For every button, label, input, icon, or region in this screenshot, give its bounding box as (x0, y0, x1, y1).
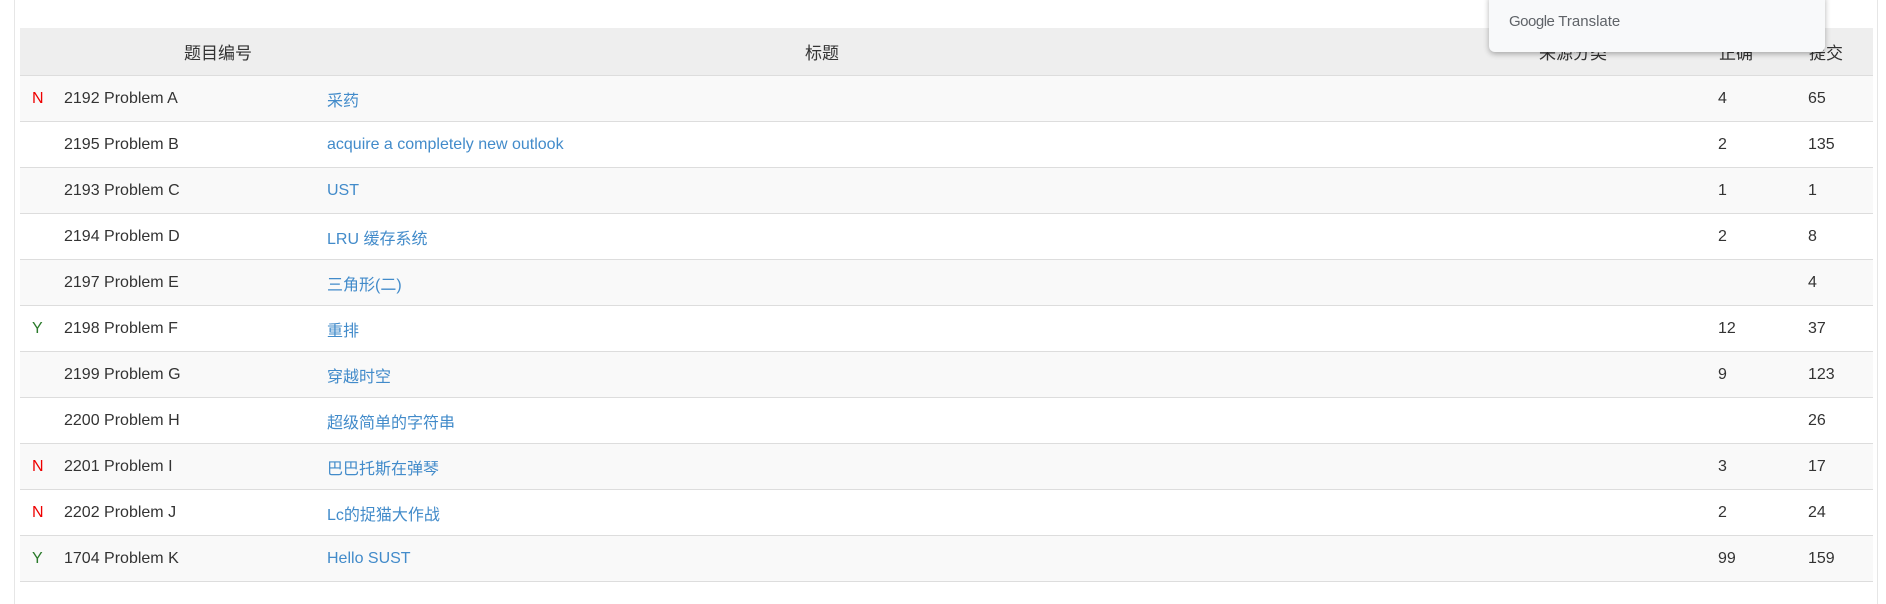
problem-title-link[interactable]: 三角形(二) (327, 277, 402, 294)
google-translate-popup[interactable]: Google Translate (1489, 0, 1825, 52)
accepted-count: 1 (1718, 167, 1808, 214)
submitted-count: 1 (1808, 167, 1873, 214)
problem-title-cell: 巴巴托斯在弹琴 (327, 443, 1538, 490)
submitted-count: 135 (1808, 121, 1873, 168)
submitted-count: 26 (1808, 397, 1873, 444)
submitted-count: 4 (1808, 259, 1873, 306)
accepted-count: 3 (1718, 443, 1808, 490)
scrollbar-track[interactable] (1877, 0, 1878, 604)
table-row: 2195 Problem Bacquire a completely new o… (20, 121, 1873, 168)
problem-id: 2201 Problem I (64, 443, 327, 490)
problem-title-cell: Hello SUST (327, 535, 1538, 582)
problem-source (1538, 397, 1718, 444)
problem-id: 2199 Problem G (64, 351, 327, 398)
status-mark (20, 167, 64, 214)
status-mark (20, 259, 64, 306)
status-mark: N (20, 489, 64, 536)
problem-title-link[interactable]: Lc的捉猫大作战 (327, 507, 440, 524)
problem-id: 2200 Problem H (64, 397, 327, 444)
status-mark (20, 351, 64, 398)
problem-title-link[interactable]: Hello SUST (327, 550, 411, 567)
header-status (20, 28, 64, 76)
problem-id: 2202 Problem J (64, 489, 327, 536)
header-id[interactable]: 题目编号 (64, 28, 327, 76)
problem-id: 2194 Problem D (64, 213, 327, 260)
accepted-count: 2 (1718, 121, 1808, 168)
submitted-count: 65 (1808, 75, 1873, 122)
table-row: 2199 Problem G 穿越时空 9 123 (20, 351, 1873, 398)
problem-title-link[interactable]: acquire a completely new outlook (327, 136, 564, 153)
accepted-count (1718, 397, 1808, 444)
problem-source (1538, 167, 1718, 214)
problem-title-cell: acquire a completely new outlook (327, 121, 1538, 168)
problem-title-cell: 穿越时空 (327, 351, 1538, 398)
table-row: 2197 Problem E 三角形(二) 4 (20, 259, 1873, 306)
status-mark: N (20, 443, 64, 490)
submitted-count: 17 (1808, 443, 1873, 490)
problem-title-cell: 超级简单的字符串 (327, 397, 1538, 444)
accepted-count: 4 (1718, 75, 1808, 122)
problem-title-cell: 采药 (327, 75, 1538, 122)
problem-title-link[interactable]: 穿越时空 (327, 369, 391, 386)
status-mark (20, 121, 64, 168)
problem-source (1538, 351, 1718, 398)
accepted-count: 99 (1718, 535, 1808, 582)
problem-title-link[interactable]: 采药 (327, 93, 359, 110)
problem-title-link[interactable]: 重排 (327, 323, 359, 340)
problem-title-cell: UST (327, 167, 1538, 214)
problem-source (1538, 535, 1718, 582)
table-row: Y 1704 Problem K Hello SUST 99 159 (20, 535, 1873, 582)
accepted-count: 12 (1718, 305, 1808, 352)
table-row: Y 2198 Problem F 重排 12 37 (20, 305, 1873, 352)
accepted-count: 2 (1718, 489, 1808, 536)
table-row: 2200 Problem H 超级简单的字符串 26 (20, 397, 1873, 444)
problem-title-link[interactable]: 超级简单的字符串 (327, 415, 455, 432)
problem-source (1538, 443, 1718, 490)
table-row: N 2202 Problem J Lc的捉猫大作战 2 24 (20, 489, 1873, 536)
problem-id: 2195 Problem B (64, 121, 327, 168)
submitted-count: 37 (1808, 305, 1873, 352)
problem-title-cell: 重排 (327, 305, 1538, 352)
problem-title-cell: Lc的捉猫大作战 (327, 489, 1538, 536)
problem-title-link[interactable]: 巴巴托斯在弹琴 (327, 461, 439, 478)
problem-id: 2197 Problem E (64, 259, 327, 306)
problem-id: 1704 Problem K (64, 535, 327, 582)
table-row: N 2192 Problem A 采药 4 65 (20, 75, 1873, 122)
problem-title-cell: LRU 缓存系统 (327, 213, 1538, 260)
problem-id: 2192 Problem A (64, 75, 327, 122)
header-title[interactable]: 标题 (327, 28, 1538, 76)
status-mark: Y (20, 305, 64, 352)
status-mark (20, 213, 64, 260)
google-translate-logo: Google Translate (1509, 13, 1621, 30)
problem-title-link[interactable]: LRU 缓存系统 (327, 231, 427, 248)
table-row: N 2201 Problem I 巴巴托斯在弹琴 3 17 (20, 443, 1873, 490)
problem-table: 题目编号 标题 来源分类 正确 提交 N 2192 Problem A 采药 4 65 2… (20, 28, 1873, 582)
accepted-count: 2 (1718, 213, 1808, 260)
problem-source (1538, 213, 1718, 260)
submitted-count: 159 (1808, 535, 1873, 582)
problem-title-link[interactable]: UST (327, 182, 359, 199)
problem-source (1538, 259, 1718, 306)
submitted-count: 123 (1808, 351, 1873, 398)
status-mark (20, 397, 64, 444)
accepted-count: 9 (1718, 351, 1808, 398)
submitted-count: 8 (1808, 213, 1873, 260)
status-mark: Y (20, 535, 64, 582)
problem-source (1538, 75, 1718, 122)
status-mark: N (20, 75, 64, 122)
accepted-count (1718, 259, 1808, 306)
problem-source (1538, 121, 1718, 168)
table-row: 2193 Problem C UST 1 1 (20, 167, 1873, 214)
problem-id: 2198 Problem F (64, 305, 327, 352)
table-row: 2194 Problem D LRU 缓存系统 2 8 (20, 213, 1873, 260)
problem-title-cell: 三角形(二) (327, 259, 1538, 306)
submitted-count: 24 (1808, 489, 1873, 536)
problem-source (1538, 305, 1718, 352)
problem-id: 2193 Problem C (64, 167, 327, 214)
page-border-left (14, 0, 15, 604)
problem-source (1538, 489, 1718, 536)
